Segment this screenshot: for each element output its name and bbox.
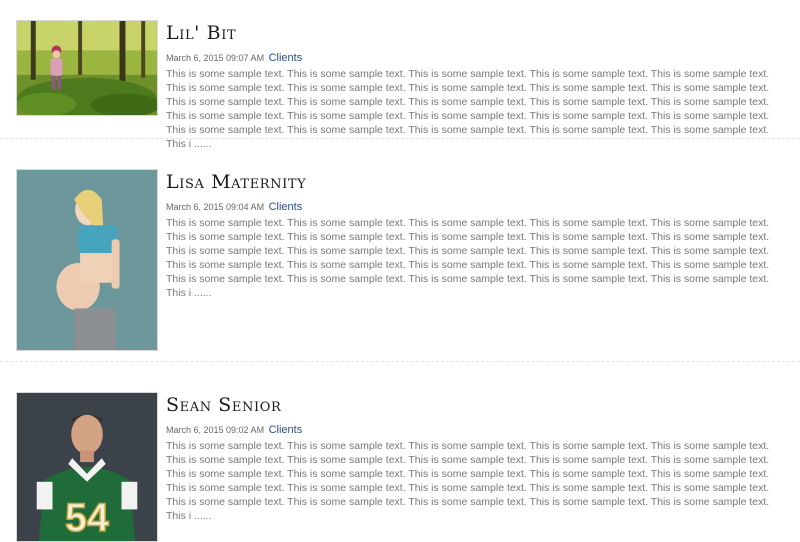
- post-meta: March 6, 2015 09:04 AM Clients: [166, 200, 790, 214]
- post-content: Lisa Maternity March 6, 2015 09:04 AM Cl…: [166, 171, 790, 300]
- post-divider: [0, 138, 800, 139]
- post-meta: March 6, 2015 09:07 AM Clients: [166, 51, 790, 65]
- post-thumbnail-maternity-portrait[interactable]: [16, 169, 158, 351]
- post-content: Sean Senior March 6, 2015 09:02 AM Clien…: [166, 394, 790, 523]
- blog-post: Lisa Maternity March 6, 2015 09:04 AM Cl…: [0, 169, 800, 354]
- post-thumbnail-toddler-in-forest[interactable]: [16, 20, 158, 116]
- post-date: March 6, 2015 09:02 AM: [166, 425, 265, 435]
- post-date: March 6, 2015 09:04 AM: [166, 202, 265, 212]
- post-excerpt: This is some sample text. This is some s…: [166, 217, 770, 299]
- post-title[interactable]: Sean Senior: [166, 394, 790, 416]
- post-meta: March 6, 2015 09:02 AM Clients: [166, 423, 790, 437]
- blog-post: Lil' Bit March 6, 2015 09:07 AM Clients …: [0, 20, 800, 150]
- blog-post: 54 Sean Senior March 6, 2015 09:02 AM Cl…: [0, 392, 800, 542]
- post-date: March 6, 2015 09:07 AM: [166, 53, 265, 63]
- post-title[interactable]: Lisa Maternity: [166, 171, 790, 193]
- post-title[interactable]: Lil' Bit: [166, 22, 790, 44]
- jersey-number: 54: [65, 496, 109, 540]
- category-link[interactable]: Clients: [269, 424, 303, 436]
- post-content: Lil' Bit March 6, 2015 09:07 AM Clients …: [166, 22, 790, 151]
- category-link[interactable]: Clients: [269, 52, 303, 64]
- category-link[interactable]: Clients: [269, 201, 303, 213]
- post-divider: [0, 361, 800, 362]
- post-excerpt: This is some sample text. This is some s…: [166, 440, 770, 522]
- post-thumbnail-football-senior[interactable]: 54: [16, 392, 158, 542]
